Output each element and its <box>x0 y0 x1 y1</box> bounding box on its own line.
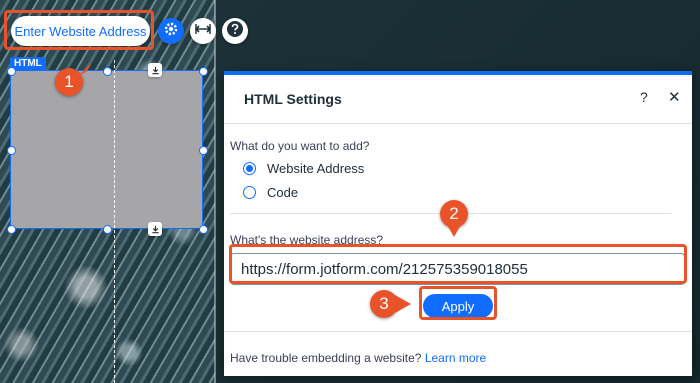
radio-website-address-label[interactable]: Website Address <box>267 161 364 176</box>
resize-handle-top-right[interactable] <box>199 67 208 76</box>
panel-header: HTML Settings ? ✕ <box>224 75 692 124</box>
callout-pointer-2 <box>446 223 462 237</box>
resize-handle-right[interactable] <box>199 146 208 155</box>
highlight-box-address-input <box>229 244 687 284</box>
callout-pointer-1 <box>78 62 92 76</box>
center-guide-line <box>114 60 115 383</box>
panel-help-button[interactable]: ? <box>640 89 648 105</box>
anchor-download-icon-bottom[interactable] <box>148 222 162 236</box>
help-button[interactable] <box>222 18 248 44</box>
html-element-box[interactable] <box>10 70 203 229</box>
radio-website-address[interactable] <box>243 162 256 175</box>
settings-button[interactable] <box>158 18 184 44</box>
trouble-embedding-text: Have trouble embedding a website? Learn … <box>230 351 486 365</box>
learn-more-link[interactable]: Learn more <box>425 351 486 365</box>
highlight-box-apply-button <box>419 286 497 320</box>
trouble-text: Have trouble embedding a website? <box>230 351 422 365</box>
gear-icon <box>163 21 179 42</box>
resize-handle-top-left[interactable] <box>7 67 16 76</box>
radio-code[interactable] <box>243 186 256 199</box>
panel-title: HTML Settings <box>244 91 342 107</box>
radio-code-label[interactable]: Code <box>267 185 298 200</box>
panel-close-button[interactable]: ✕ <box>668 88 681 106</box>
resize-handle-bottom[interactable] <box>103 225 112 234</box>
resize-handle-left[interactable] <box>7 146 16 155</box>
stretch-horizontal-icon <box>194 22 212 40</box>
resize-handle-bottom-left[interactable] <box>7 225 16 234</box>
footer-divider <box>224 331 692 332</box>
step-callout-3: 3 <box>370 290 398 318</box>
stretch-button[interactable] <box>190 18 216 44</box>
resize-handle-top[interactable] <box>103 67 112 76</box>
resize-handle-bottom-right[interactable] <box>199 225 208 234</box>
question-mark-icon <box>226 20 244 43</box>
highlight-box-url-button <box>4 10 154 50</box>
callout-pointer-3 <box>395 295 411 313</box>
question-add-label: What do you want to add? <box>230 139 370 153</box>
anchor-download-icon-top[interactable] <box>148 63 162 77</box>
